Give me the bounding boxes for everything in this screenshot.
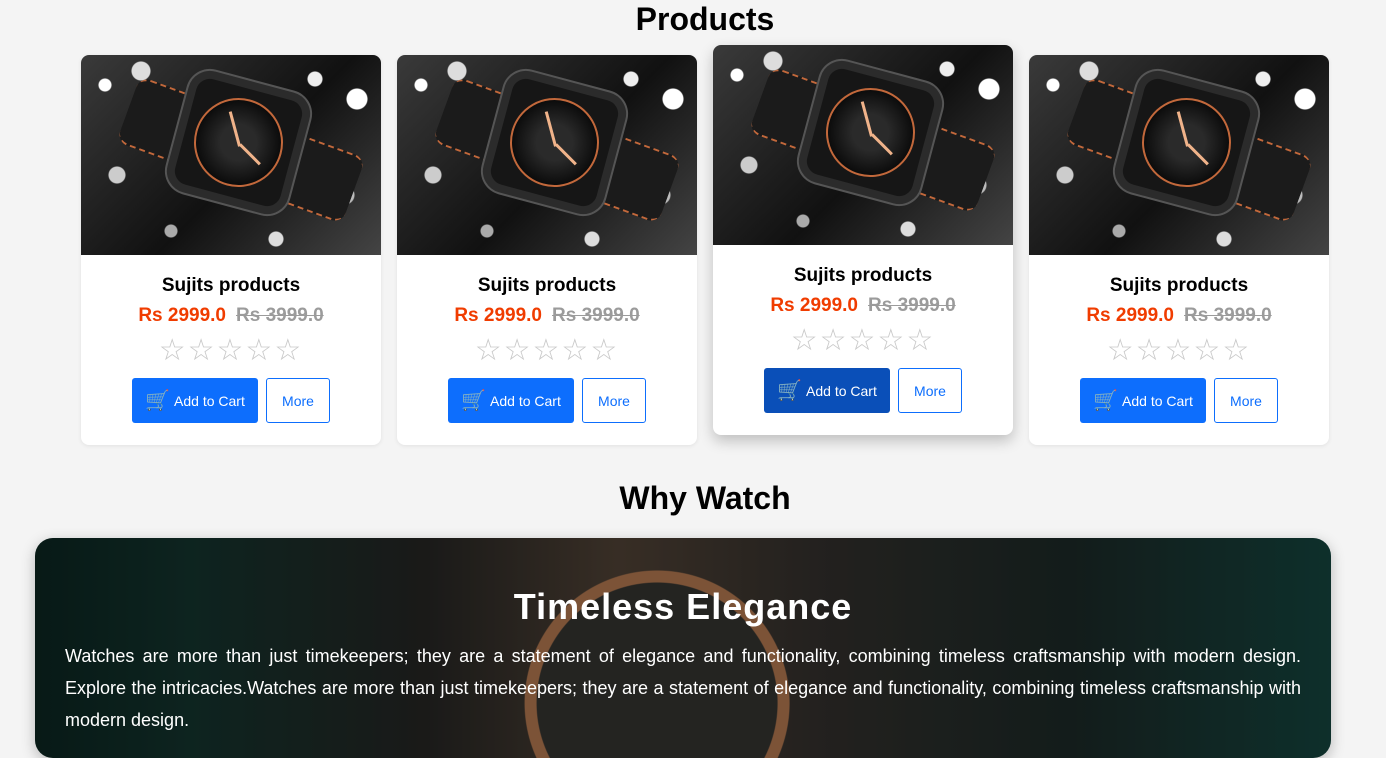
product-prices: Rs 2999.0 Rs 3999.0 [713, 295, 1013, 317]
add-to-cart-button[interactable]: 🛒 Add to Cart [764, 368, 890, 413]
product-image[interactable] [713, 45, 1013, 245]
add-to-cart-label: Add to Cart [806, 382, 877, 399]
product-prices: Rs 2999.0 Rs 3999.0 [81, 305, 381, 327]
add-to-cart-label: Add to Cart [174, 392, 245, 409]
product-card[interactable]: Sujits products Rs 2999.0 Rs 3999.0 ☆☆☆☆☆… [81, 55, 381, 445]
why-watch-banner: Timeless Elegance Watches are more than … [35, 538, 1331, 758]
add-to-cart-button[interactable]: 🛒 Add to Cart [448, 378, 574, 423]
product-card[interactable]: Sujits products Rs 2999.0 Rs 3999.0 ☆☆☆☆☆… [713, 45, 1013, 435]
rating-stars[interactable]: ☆☆☆☆☆ [81, 333, 381, 368]
cart-icon: 🛒 [145, 389, 171, 412]
product-old-price: Rs 3999.0 [1184, 305, 1272, 326]
rating-stars[interactable]: ☆☆☆☆☆ [713, 323, 1013, 358]
product-name: Sujits products [161, 275, 301, 296]
product-card[interactable]: Sujits products Rs 2999.0 Rs 3999.0 ☆☆☆☆☆… [1029, 55, 1329, 445]
more-button[interactable]: More [1214, 378, 1278, 423]
product-image[interactable] [1029, 55, 1329, 255]
add-to-cart-button[interactable]: 🛒 Add to Cart [1080, 378, 1206, 423]
banner-text: Watches are more than just timekeepers; … [65, 646, 1301, 730]
cart-icon: 🛒 [777, 379, 803, 402]
product-old-price: Rs 3999.0 [552, 305, 640, 326]
product-price: Rs 2999.0 [138, 305, 226, 326]
product-price: Rs 2999.0 [454, 305, 542, 326]
product-old-price: Rs 3999.0 [236, 305, 324, 326]
rating-stars[interactable]: ☆☆☆☆☆ [397, 333, 697, 368]
products-section-title: Products [635, 1, 775, 37]
cart-icon: 🛒 [461, 389, 487, 412]
more-button[interactable]: More [582, 378, 646, 423]
add-to-cart-label: Add to Cart [490, 392, 561, 409]
more-button[interactable]: More [266, 378, 330, 423]
product-image[interactable] [397, 55, 697, 255]
add-to-cart-label: Add to Cart [1122, 392, 1193, 409]
rating-stars[interactable]: ☆☆☆☆☆ [1029, 333, 1329, 368]
product-card[interactable]: Sujits products Rs 2999.0 Rs 3999.0 ☆☆☆☆☆… [397, 55, 697, 445]
product-name: Sujits products [477, 275, 617, 296]
product-name: Sujits products [793, 265, 933, 286]
product-prices: Rs 2999.0 Rs 3999.0 [397, 305, 697, 327]
product-price: Rs 2999.0 [1086, 305, 1174, 326]
product-image[interactable] [81, 55, 381, 255]
why-watch-section-title: Why Watch [619, 480, 791, 516]
banner-heading: Timeless Elegance [513, 586, 853, 627]
product-price: Rs 2999.0 [770, 295, 858, 316]
product-prices: Rs 2999.0 Rs 3999.0 [1029, 305, 1329, 327]
more-button[interactable]: More [898, 368, 962, 413]
cart-icon: 🛒 [1093, 389, 1119, 412]
add-to-cart-button[interactable]: 🛒 Add to Cart [132, 378, 258, 423]
product-old-price: Rs 3999.0 [868, 295, 956, 316]
product-name: Sujits products [1109, 275, 1249, 296]
